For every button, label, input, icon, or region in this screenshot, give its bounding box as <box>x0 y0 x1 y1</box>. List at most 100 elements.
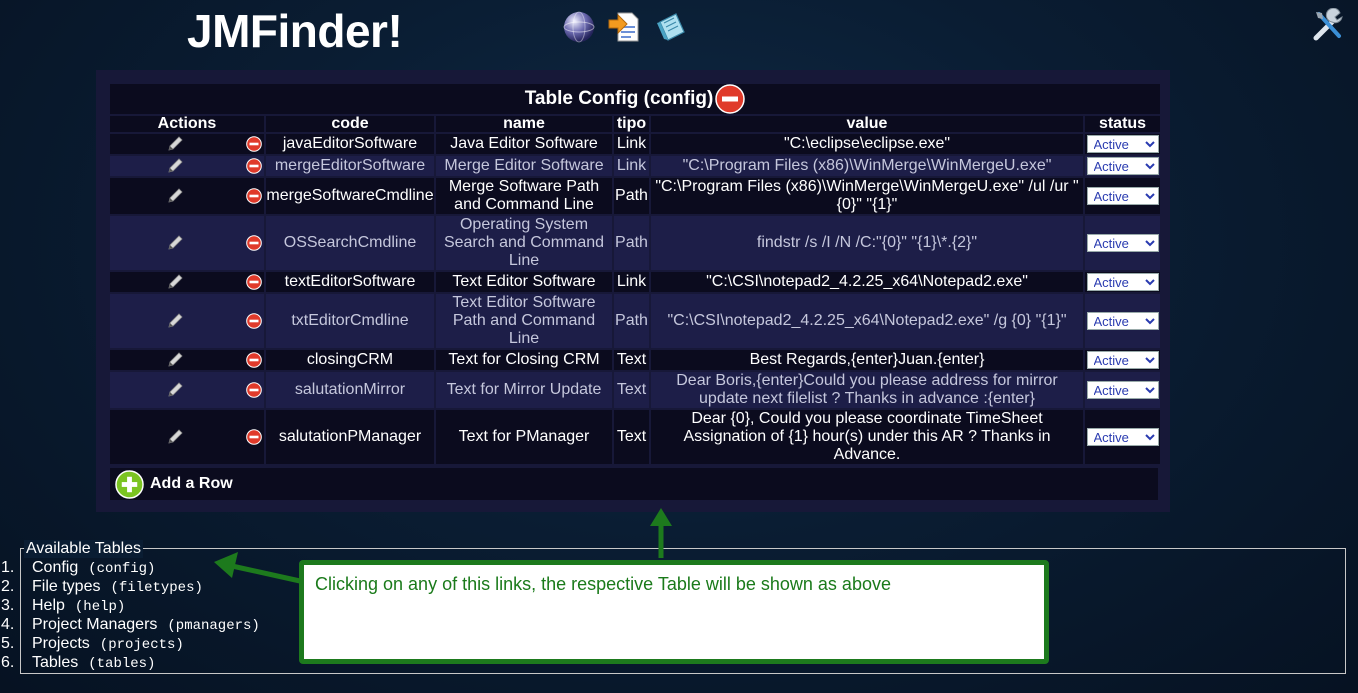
edit-pencil-icon[interactable] <box>166 381 184 399</box>
code-cell: mergeEditorSoftware <box>266 156 434 176</box>
status-select[interactable]: Active <box>1086 311 1159 330</box>
table-row: mergeSoftwareCmdline Merge Software Path … <box>110 178 1160 214</box>
status-cell: Active <box>1085 216 1160 270</box>
callout-text: Clicking on any of this links, the respe… <box>315 574 891 594</box>
status-select[interactable]: Active <box>1086 233 1159 252</box>
delete-row-icon[interactable] <box>246 136 262 152</box>
table-code: (tables) <box>88 656 156 672</box>
edit-pencil-icon[interactable] <box>166 157 184 175</box>
status-cell: Active <box>1085 350 1160 370</box>
list-item: 3. Help (help) <box>0 596 260 615</box>
table-link[interactable]: Project Managers <box>32 616 157 633</box>
edit-pencil-icon[interactable] <box>166 187 184 205</box>
status-select[interactable]: Active <box>1086 427 1159 446</box>
close-table-icon[interactable] <box>715 84 746 114</box>
table-row: salutationMirror Text for Mirror Update Te… <box>110 372 1160 408</box>
value-cell: "C:\Program Files (x86)\WinMerge\WinMerg… <box>651 156 1083 176</box>
edit-pencil-icon[interactable] <box>166 234 184 252</box>
edit-pencil-icon[interactable] <box>166 273 184 291</box>
list-number: 2. <box>1 578 15 595</box>
table-link[interactable]: Help <box>32 597 65 614</box>
delete-row-icon[interactable] <box>246 313 262 329</box>
value-cell: "C:\Program Files (x86)\WinMerge\WinMerg… <box>651 178 1083 214</box>
edit-pencil-icon[interactable] <box>166 351 184 369</box>
add-row-button[interactable]: Add a Row <box>150 475 233 493</box>
status-select[interactable]: Active <box>1086 350 1159 369</box>
tipo-cell: Path <box>614 294 649 348</box>
value-cell: Dear Boris,{enter}Could you please addre… <box>651 372 1083 408</box>
name-cell: Text Editor Software <box>436 272 612 292</box>
actions-cell <box>110 410 264 464</box>
list-item: 2. File types (filetypes) <box>0 577 260 596</box>
table-row: salutationPManager Text for PManager Text D… <box>110 410 1160 464</box>
tools-icon[interactable] <box>1311 8 1347 44</box>
table-code: (pmanagers) <box>167 618 260 634</box>
table-code: (help) <box>74 599 126 615</box>
table-link[interactable]: Projects <box>32 635 90 652</box>
actions-cell <box>110 372 264 408</box>
name-cell: Text for Mirror Update <box>436 372 612 408</box>
table-row: OSSearchCmdline Operating System Search a… <box>110 216 1160 270</box>
table-link[interactable]: Tables <box>32 654 78 671</box>
status-select[interactable]: Active <box>1086 134 1159 153</box>
import-icon[interactable] <box>608 10 642 44</box>
header-code: code <box>266 116 434 132</box>
add-row-bar: Add a Row <box>110 468 1158 500</box>
notes-icon[interactable] <box>654 10 688 44</box>
actions-cell <box>110 272 264 292</box>
table-caption-text: Table Config (config) <box>524 88 714 109</box>
edit-pencil-icon[interactable] <box>166 428 184 446</box>
delete-row-icon[interactable] <box>246 274 262 290</box>
available-tables-list: 1. Config (config) 2. File types (filetypes) 3… <box>0 558 260 672</box>
table-link[interactable]: Config <box>32 559 78 576</box>
status-select[interactable]: Active <box>1086 186 1159 205</box>
name-cell: Merge Editor Software <box>436 156 612 176</box>
table-row: txtEditorCmdline Text Editor Software Pat… <box>110 294 1160 348</box>
name-cell: Java Editor Software <box>436 134 612 154</box>
status-select[interactable]: Active <box>1086 272 1159 291</box>
delete-row-icon[interactable] <box>246 235 262 251</box>
table-row: textEditorSoftware Text Editor Software Li… <box>110 272 1160 292</box>
list-number: 5. <box>1 635 15 652</box>
code-cell: salutationPManager <box>266 410 434 464</box>
edit-pencil-icon[interactable] <box>166 135 184 153</box>
tipo-cell: Link <box>614 272 649 292</box>
tipo-cell: Text <box>614 410 649 464</box>
value-cell: "C:\CSI\notepad2_4.2.25_x64\Notepad2.exe… <box>651 272 1083 292</box>
status-cell: Active <box>1085 272 1160 292</box>
header-tipo: tipo <box>614 116 649 132</box>
header-actions: Actions <box>110 116 264 132</box>
status-select[interactable]: Active <box>1086 156 1159 175</box>
status-cell: Active <box>1085 156 1160 176</box>
table-row: closingCRM Text for Closing CRM Text Best R… <box>110 350 1160 370</box>
edit-pencil-icon[interactable] <box>166 312 184 330</box>
delete-row-icon[interactable] <box>246 158 262 174</box>
table-link[interactable]: File types <box>32 578 100 595</box>
list-item: 1. Config (config) <box>0 558 260 577</box>
list-number: 1. <box>1 559 15 576</box>
delete-row-icon[interactable] <box>246 188 262 204</box>
value-cell: Best Regards,{enter}Juan.{enter} <box>651 350 1083 370</box>
code-cell: salutationMirror <box>266 372 434 408</box>
value-cell: findstr /s /I /N /C:"{0}" "{1}\*.{2}" <box>651 216 1083 270</box>
code-cell: closingCRM <box>266 350 434 370</box>
globe-icon[interactable] <box>562 10 596 44</box>
delete-row-icon[interactable] <box>246 352 262 368</box>
tipo-cell: Path <box>614 178 649 214</box>
name-cell: Text for Closing CRM <box>436 350 612 370</box>
status-cell: Active <box>1085 294 1160 348</box>
value-cell: "C:\eclipse\eclipse.exe" <box>651 134 1083 154</box>
tipo-cell: Text <box>614 372 649 408</box>
list-item: 5. Projects (projects) <box>0 634 260 653</box>
add-row-icon[interactable] <box>115 469 144 499</box>
list-number: 4. <box>1 616 15 633</box>
table-code: (projects) <box>99 637 184 653</box>
tipo-cell: Path <box>614 216 649 270</box>
delete-row-icon[interactable] <box>246 429 262 445</box>
actions-cell <box>110 134 264 154</box>
actions-cell <box>110 178 264 214</box>
delete-row-icon[interactable] <box>246 382 262 398</box>
header-name: name <box>436 116 612 132</box>
list-item: 4. Project Managers (pmanagers) <box>0 615 260 634</box>
status-select[interactable]: Active <box>1086 380 1159 399</box>
